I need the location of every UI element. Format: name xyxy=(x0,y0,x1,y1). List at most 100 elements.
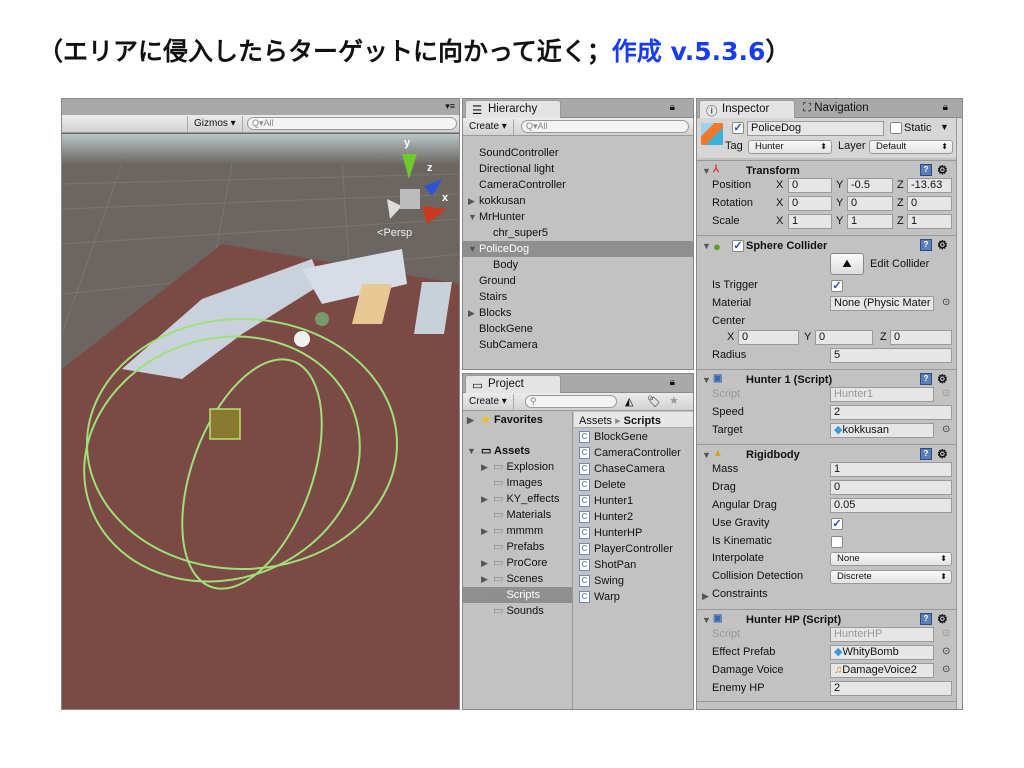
breadcrumb-scripts[interactable]: Scripts xyxy=(624,415,661,427)
lock-icon[interactable]: 🔒︎ xyxy=(670,102,675,113)
script-item[interactable]: C Delete xyxy=(574,477,693,493)
object-picker-icon[interactable]: ⊙ xyxy=(942,664,950,675)
help-icon[interactable]: ? xyxy=(920,239,932,251)
folder-item[interactable]: ▭ Images xyxy=(463,475,572,491)
gear-icon[interactable]: ⚙ xyxy=(937,163,948,177)
expand-arrow-icon[interactable]: ▶ xyxy=(468,193,475,209)
collapse-arrow-icon[interactable]: ▼ xyxy=(468,209,477,225)
x-field[interactable]: 0 xyxy=(788,196,832,211)
object-picker-icon[interactable]: ⊙ xyxy=(942,628,950,639)
folder-item[interactable]: ▭ Materials xyxy=(463,507,572,523)
radius-field[interactable]: 5 xyxy=(830,348,952,363)
folder-item[interactable]: ▭ Scripts xyxy=(463,587,572,603)
x-field[interactable]: 0 xyxy=(788,178,832,193)
folder-item[interactable]: ▶ ▭ mmmm xyxy=(463,523,572,539)
folder-item[interactable]: ▶ ▭ KY_effects xyxy=(463,491,572,507)
expand-arrow-icon[interactable]: ▶ xyxy=(468,305,475,321)
hierarchy-item[interactable]: Directional light xyxy=(463,161,693,177)
component-header[interactable]: ▼ ● ✓ Sphere Collider? ⚙ xyxy=(697,235,956,255)
expand-arrow-icon[interactable]: ▶ xyxy=(702,591,709,602)
scene-canvas[interactable]: y z x <Persp xyxy=(62,134,460,710)
effect-prefab-field[interactable]: ◆WhityBomb xyxy=(830,645,934,660)
hierarchy-item[interactable]: chr_super5 xyxy=(463,225,693,241)
damage-voice-field[interactable]: ♫DamageVoice2 xyxy=(830,663,934,678)
folder-item[interactable]: ▶ ▭ ProCore xyxy=(463,555,572,571)
script-item[interactable]: C ShotPan xyxy=(574,557,693,573)
gear-icon[interactable]: ⚙ xyxy=(937,447,948,461)
script-item[interactable]: C HunterHP xyxy=(574,525,693,541)
material-field[interactable]: None (Physic Mater xyxy=(830,296,934,311)
assets-item[interactable]: ▼ ▭ Assets xyxy=(463,443,572,459)
folder-item[interactable]: ▶ ▭ Explosion xyxy=(463,459,572,475)
z-field[interactable]: 0 xyxy=(907,196,952,211)
interpolate-dropdown[interactable]: None xyxy=(830,552,952,566)
speed-field[interactable]: 2 xyxy=(830,405,952,420)
script-item[interactable]: C PlayerController xyxy=(574,541,693,557)
component-enabled-checkbox[interactable]: ✓ xyxy=(732,240,744,252)
persp-label[interactable]: <Persp xyxy=(377,227,412,239)
y-field[interactable]: 1 xyxy=(847,214,893,229)
use-gravity-checkbox[interactable]: ✓ xyxy=(831,518,843,530)
hierarchy-item[interactable]: CameraController xyxy=(463,177,693,193)
breadcrumb-assets[interactable]: Assets xyxy=(579,415,612,427)
object-picker-icon[interactable]: ⊙ xyxy=(942,297,950,308)
hierarchy-item[interactable]: SubCamera xyxy=(463,337,693,353)
hierarchy-item[interactable]: Body xyxy=(463,257,693,273)
tab-project[interactable]: ▭ Project xyxy=(465,375,561,393)
mass-field[interactable]: 1 xyxy=(830,462,952,477)
z-field[interactable]: -13.63 xyxy=(907,178,952,193)
hierarchy-item[interactable]: SoundController xyxy=(463,145,693,161)
scene-view[interactable]: ▾≡ Gizmos ▾ Q▾All y z x <Persp xyxy=(61,98,460,710)
script-item[interactable]: C BlockGene xyxy=(574,429,693,445)
y-field[interactable]: 0 xyxy=(815,330,873,345)
project-search[interactable]: ⚲ xyxy=(525,395,617,408)
y-field[interactable]: -0.5 xyxy=(847,178,893,193)
script-item[interactable]: C Hunter2 xyxy=(574,509,693,525)
tab-hierarchy[interactable]: ☰ Hierarchy xyxy=(465,100,561,118)
folder-item[interactable]: ▭ Sounds xyxy=(463,603,572,619)
x-field[interactable]: 1 xyxy=(788,214,832,229)
hierarchy-item[interactable]: Ground xyxy=(463,273,693,289)
create-button[interactable]: Create ▾ xyxy=(463,119,514,135)
hierarchy-search[interactable]: Q▾All xyxy=(521,120,689,133)
object-picker-icon[interactable]: ⊙ xyxy=(942,388,950,399)
folder-item[interactable]: ▭ Prefabs xyxy=(463,539,572,555)
x-field[interactable]: 0 xyxy=(738,330,799,345)
component-header[interactable]: ▼ ▲ Rigidbody? ⚙ xyxy=(697,444,956,464)
script-item[interactable]: C ChaseCamera xyxy=(574,461,693,477)
z-field[interactable]: 1 xyxy=(907,214,952,229)
inspector-scrollbar[interactable] xyxy=(956,118,962,709)
is-trigger-checkbox[interactable]: ✓ xyxy=(831,280,843,292)
scene-search[interactable]: Q▾All xyxy=(247,117,457,130)
help-icon[interactable]: ? xyxy=(920,448,932,460)
gear-icon[interactable]: ⚙ xyxy=(937,238,948,252)
script-item[interactable]: C Swing xyxy=(574,573,693,589)
hierarchy-item[interactable]: BlockGene xyxy=(463,321,693,337)
enemy-hp-field[interactable]: 2 xyxy=(830,681,952,696)
hunter-character[interactable] xyxy=(294,331,310,347)
script-item[interactable]: C Warp xyxy=(574,589,693,605)
object-picker-icon[interactable]: ⊙ xyxy=(942,424,950,435)
collapse-arrow-icon[interactable]: ▼ xyxy=(468,241,477,257)
gear-icon[interactable]: ⚙ xyxy=(937,372,948,386)
hierarchy-item[interactable]: ▶ Blocks xyxy=(463,305,693,321)
script-item[interactable]: C CameraController xyxy=(574,445,693,461)
gizmos-dropdown[interactable]: Gizmos ▾ xyxy=(187,116,243,132)
z-field[interactable]: 0 xyxy=(890,330,952,345)
component-header[interactable]: ▼ ▣ Hunter 1 (Script)? ⚙ xyxy=(697,369,956,389)
lock-icon[interactable]: 🔒︎ xyxy=(670,377,675,388)
help-icon[interactable]: ? xyxy=(920,373,932,385)
filter-label-icon[interactable]: 🏷︎ xyxy=(647,395,661,408)
target-field[interactable]: ◆kokkusan xyxy=(830,423,934,438)
favorite-star-icon[interactable]: ★ xyxy=(669,394,679,407)
angular-drag-field[interactable]: 0.05 xyxy=(830,498,952,513)
favorites-item[interactable]: ▶ ★ Favorites xyxy=(463,412,572,428)
is-kinematic-checkbox[interactable] xyxy=(831,536,843,548)
panel-menu-icon[interactable]: ▾≡ xyxy=(445,101,455,112)
component-header[interactable]: ▼ ▣ Hunter HP (Script)? ⚙ xyxy=(697,609,956,629)
police-dog-object[interactable] xyxy=(209,408,241,440)
hierarchy-item[interactable]: ▶ kokkusan xyxy=(463,193,693,209)
drag-field[interactable]: 0 xyxy=(830,480,952,495)
help-icon[interactable]: ? xyxy=(920,613,932,625)
edit-collider-button[interactable]: ⛰︎ xyxy=(830,253,864,275)
